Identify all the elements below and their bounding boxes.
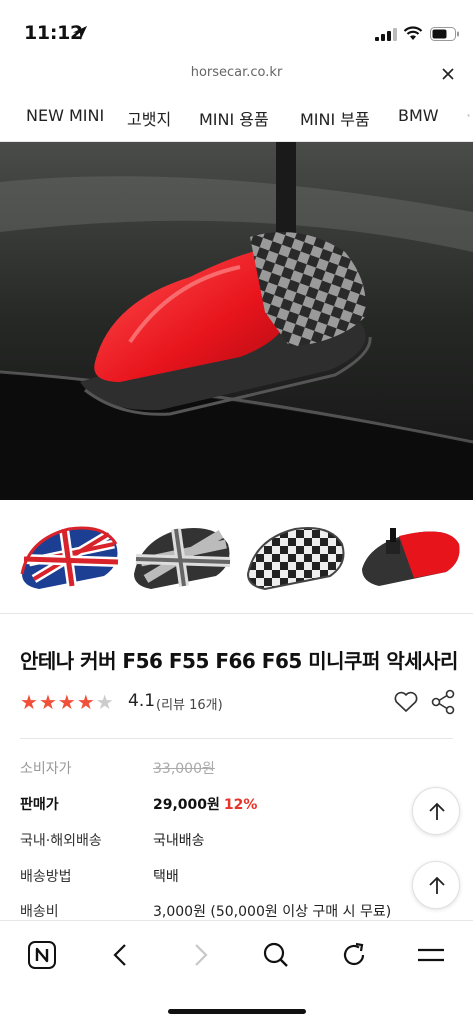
shipping-method-row: 배송방법 택배	[20, 866, 440, 890]
menu-button[interactable]	[413, 937, 449, 973]
category-more[interactable]: ·	[466, 106, 471, 125]
star-empty-icon: ★	[95, 690, 115, 714]
product-main-image[interactable]	[0, 142, 473, 500]
forward-button[interactable]	[182, 937, 218, 973]
arrow-up-icon	[429, 802, 445, 820]
naver-home-button[interactable]	[24, 937, 60, 973]
refresh-icon	[343, 942, 365, 966]
chevron-right-icon	[195, 944, 208, 966]
close-icon[interactable]	[438, 64, 458, 84]
thumbnail-red-checkered[interactable]	[354, 514, 464, 594]
category-mini-accessories[interactable]: MINI 용품	[199, 106, 269, 130]
share-icon[interactable]	[430, 689, 456, 715]
category-mini-parts[interactable]: MINI 부품	[300, 106, 370, 130]
cellular-signal-icon	[375, 28, 397, 41]
shipping-region: 국내배송	[153, 833, 205, 849]
star-icon: ★	[38, 690, 58, 714]
url-text[interactable]: horsecar.co.kr	[0, 65, 473, 80]
star-icon: ★	[57, 690, 77, 714]
scroll-top-button[interactable]	[412, 787, 460, 835]
rating-stars: ★★★★★	[20, 690, 115, 714]
search-icon	[263, 942, 288, 967]
review-count[interactable]: (리뷰 16개)	[156, 694, 223, 713]
consumer-price-row: 소비자가 33,000원	[20, 758, 440, 782]
sale-price: 29,000원	[153, 797, 220, 813]
shipping-method-label: 배송방법	[20, 869, 72, 885]
heart-icon[interactable]	[393, 690, 419, 714]
scroll-top-button-secondary[interactable]	[412, 861, 460, 909]
category-nav: NEW MINI 고뱃지 MINI 용품 MINI 부품 BMW ·	[0, 88, 473, 142]
thumbnail-checkered[interactable]	[240, 514, 350, 594]
shipping-region-label: 국내·해외배송	[20, 833, 102, 849]
wifi-icon	[403, 26, 423, 40]
product-title: 안테나 커버 F56 F55 F66 F65 미니쿠퍼 악세사리	[20, 649, 458, 673]
chevron-left-icon	[113, 944, 126, 966]
category-bmw[interactable]: BMW	[398, 106, 439, 125]
star-icon: ★	[76, 690, 96, 714]
shipping-method: 택배	[153, 869, 179, 885]
reload-button[interactable]	[336, 937, 372, 973]
battery-icon	[430, 27, 459, 41]
location-arrow-icon	[73, 26, 87, 40]
status-bar: 11:12	[0, 0, 473, 62]
shipping-region-row: 국내·해외배송 국내배송	[20, 830, 440, 854]
back-button[interactable]	[103, 937, 139, 973]
naver-n-icon	[28, 941, 56, 969]
discount-rate: 12%	[223, 797, 258, 813]
category-gobadge[interactable]: 고뱃지	[127, 106, 171, 130]
shipping-fee: 3,000원 (50,000원 이상 구매 시 무료)	[153, 904, 392, 920]
category-new-mini[interactable]: NEW MINI	[26, 106, 104, 125]
sale-price-row: 판매가 29,000원 12%	[20, 794, 440, 818]
sale-price-label: 판매가	[20, 797, 59, 813]
thumbnail-strip	[0, 500, 473, 614]
address-bar[interactable]: horsecar.co.kr	[0, 62, 473, 88]
rating-value: 4.1	[128, 691, 156, 711]
arrow-up-icon	[429, 876, 445, 894]
hamburger-menu-icon	[418, 948, 444, 962]
divider	[20, 738, 453, 739]
consumer-price-label: 소비자가	[20, 761, 72, 777]
star-icon: ★	[20, 690, 39, 714]
home-indicator	[168, 1009, 306, 1014]
thumbnail-grey-jack[interactable]	[126, 514, 236, 594]
thumbnail-union-jack[interactable]	[14, 514, 124, 594]
search-button[interactable]	[258, 937, 294, 973]
shipping-fee-label: 배송비	[20, 904, 59, 920]
consumer-price: 33,000원	[153, 761, 215, 777]
